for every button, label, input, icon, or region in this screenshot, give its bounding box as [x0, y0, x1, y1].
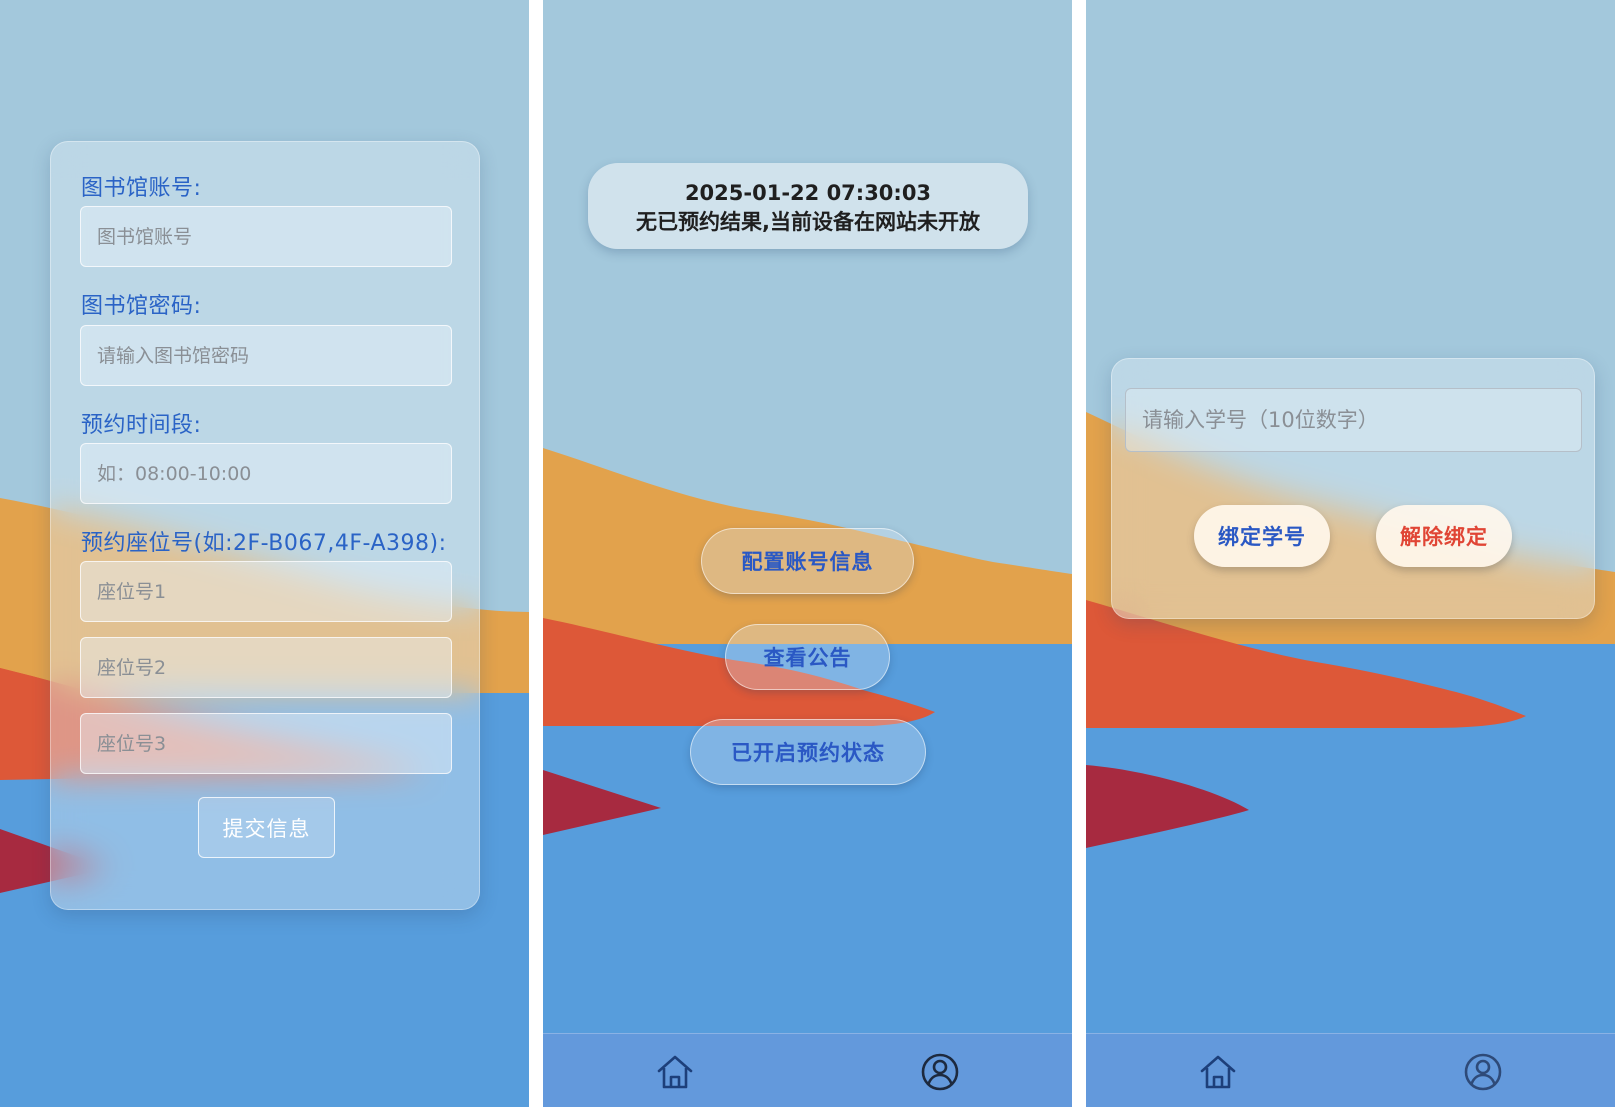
account-input[interactable] [80, 206, 452, 267]
submit-button[interactable]: 提交信息 [198, 797, 335, 858]
view-notice-button[interactable]: 查看公告 [725, 624, 890, 690]
reservation-status-card: 2025-01-22 07:30:03 无已预约结果,当前设备在网站未开放 [588, 163, 1028, 249]
bottom-tab-bar [543, 1033, 1072, 1107]
seat-label: 预约座位号(如:2F-B067,4F-A398): [81, 531, 447, 556]
bind-student-card: 绑定学号 解除绑定 [1111, 358, 1595, 619]
panel-account-config: 图书馆账号: 图书馆密码: 预约时间段: 预约座位号(如:2F-B067,4F-… [0, 0, 529, 1107]
panel-bind-student: 绑定学号 解除绑定 [1086, 0, 1615, 1107]
tab-home[interactable] [1198, 1052, 1238, 1092]
time-slot-input[interactable] [80, 443, 452, 504]
time-slot-label: 预约时间段: [81, 413, 202, 438]
home-icon [657, 1055, 693, 1089]
password-input[interactable] [80, 325, 452, 386]
tab-profile[interactable] [1463, 1052, 1503, 1092]
unbind-student-button[interactable]: 解除绑定 [1376, 505, 1512, 567]
seat-input-3[interactable] [80, 713, 452, 774]
password-label: 图书馆密码: [81, 294, 202, 319]
status-datetime: 2025-01-22 07:30:03 [684, 181, 932, 205]
tab-home[interactable] [655, 1052, 695, 1092]
bind-student-button[interactable]: 绑定学号 [1194, 505, 1330, 567]
account-label: 图书馆账号: [81, 176, 202, 201]
config-account-button[interactable]: 配置账号信息 [701, 528, 914, 594]
bottom-tab-bar [1086, 1033, 1615, 1107]
status-message: 无已预约结果,当前设备在网站未开放 [636, 210, 980, 234]
user-icon [921, 1053, 959, 1091]
home-icon [1200, 1055, 1236, 1089]
seat-input-1[interactable] [80, 561, 452, 622]
account-form-card: 图书馆账号: 图书馆密码: 预约时间段: 预约座位号(如:2F-B067,4F-… [50, 141, 480, 910]
seat-input-2[interactable] [80, 637, 452, 698]
user-icon [1464, 1053, 1502, 1091]
tab-profile[interactable] [920, 1052, 960, 1092]
panel-home: 2025-01-22 07:30:03 无已预约结果,当前设备在网站未开放 配置… [543, 0, 1072, 1107]
student-id-input[interactable] [1125, 388, 1582, 452]
reservation-toggle-button[interactable]: 已开启预约状态 [690, 719, 926, 785]
